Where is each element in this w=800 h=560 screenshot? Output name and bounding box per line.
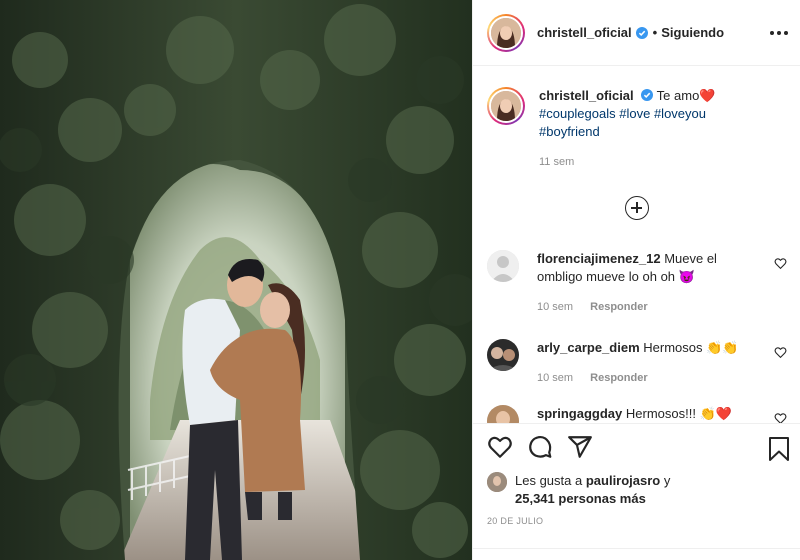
default-avatar-icon	[487, 250, 519, 282]
comment-avatar[interactable]	[487, 405, 519, 423]
likes-count[interactable]: 25,341 personas más	[515, 491, 646, 506]
comment-username[interactable]: springaggday	[537, 406, 622, 421]
verified-badge-icon	[635, 26, 648, 39]
header-username[interactable]: christell_oficial	[537, 25, 632, 40]
likes-summary: Les gusta a paulirojasro y 25,341 person…	[487, 472, 670, 508]
comment-item: springaggday Hermosos!!! 👏❤️	[487, 405, 787, 423]
comment-item: arly_carpe_diem Hermosos 👏👏 10 sem Respo…	[487, 339, 787, 387]
like-comment-heart-icon[interactable]	[774, 346, 787, 359]
avatar-image-icon	[487, 405, 519, 423]
post-actions: Les gusta a paulirojasro y 25,341 person…	[473, 423, 800, 560]
bookmark-icon[interactable]	[767, 436, 791, 462]
comments-list[interactable]: christell_oficial Te amo❤️ #couplegoals …	[473, 67, 800, 423]
comment-avatar[interactable]	[487, 339, 519, 371]
couple-photo	[0, 0, 472, 560]
avatar-image-icon	[487, 472, 507, 492]
like-comment-heart-icon[interactable]	[774, 412, 787, 423]
likes-prefix: Les gusta a	[515, 473, 583, 488]
comment-avatar[interactable]	[487, 250, 519, 282]
author-avatar[interactable]	[487, 13, 525, 52]
share-icon[interactable]	[567, 434, 593, 460]
instagram-post: christell_oficial • Siguiendo christell_…	[0, 0, 800, 560]
caption-time: 11 sem	[539, 156, 575, 168]
hashtag-link[interactable]: #loveyou	[654, 106, 706, 121]
avatar-image-icon	[491, 17, 521, 48]
header-separator: •	[652, 25, 658, 40]
comment-time: 10 sem	[537, 372, 574, 384]
post-date[interactable]: 20 DE JULIO	[487, 516, 543, 526]
like-comment-heart-icon[interactable]	[774, 257, 787, 270]
add-comment-area[interactable]	[473, 548, 800, 560]
post-caption: christell_oficial Te amo❤️ #couplegoals …	[487, 87, 787, 171]
hashtag-link[interactable]: #couplegoals	[539, 106, 616, 121]
hashtag-link[interactable]: #love	[619, 106, 650, 121]
load-more-icon[interactable]	[625, 196, 649, 220]
comment-text: Hermosos 👏👏	[643, 340, 739, 355]
comment-username[interactable]: florenciajimenez_12	[537, 251, 661, 266]
red-heart-emoji: ❤️	[699, 88, 716, 103]
more-options-icon[interactable]	[767, 22, 791, 44]
reply-button[interactable]: Responder	[590, 372, 647, 384]
post-photo[interactable]	[0, 0, 472, 560]
post-side-panel: christell_oficial • Siguiendo christell_…	[472, 0, 800, 560]
comment-item: florenciajimenez_12 Mueve el ombligo mue…	[487, 250, 787, 316]
avatar-image-icon	[487, 339, 519, 371]
verified-badge-icon	[641, 89, 654, 101]
comment-time: 10 sem	[537, 301, 574, 313]
avatar-image-icon	[491, 91, 521, 121]
hashtag-link[interactable]: #boyfriend	[539, 124, 600, 139]
liker-username[interactable]: paulirojasro	[586, 473, 660, 488]
caption-username[interactable]: christell_oficial	[539, 88, 634, 103]
post-header: christell_oficial • Siguiendo	[473, 0, 800, 66]
caption-avatar[interactable]	[487, 87, 525, 125]
caption-text: Te amo	[656, 88, 700, 103]
following-button[interactable]: Siguiendo	[661, 25, 724, 40]
comment-username[interactable]: arly_carpe_diem	[537, 340, 640, 355]
likes-connector: y	[663, 473, 671, 488]
reply-button[interactable]: Responder	[590, 301, 647, 313]
liker-avatar[interactable]	[487, 472, 507, 492]
comment-icon[interactable]	[527, 434, 553, 460]
heart-icon[interactable]	[487, 434, 513, 460]
comment-text: Hermosos!!! 👏❤️	[625, 406, 732, 421]
